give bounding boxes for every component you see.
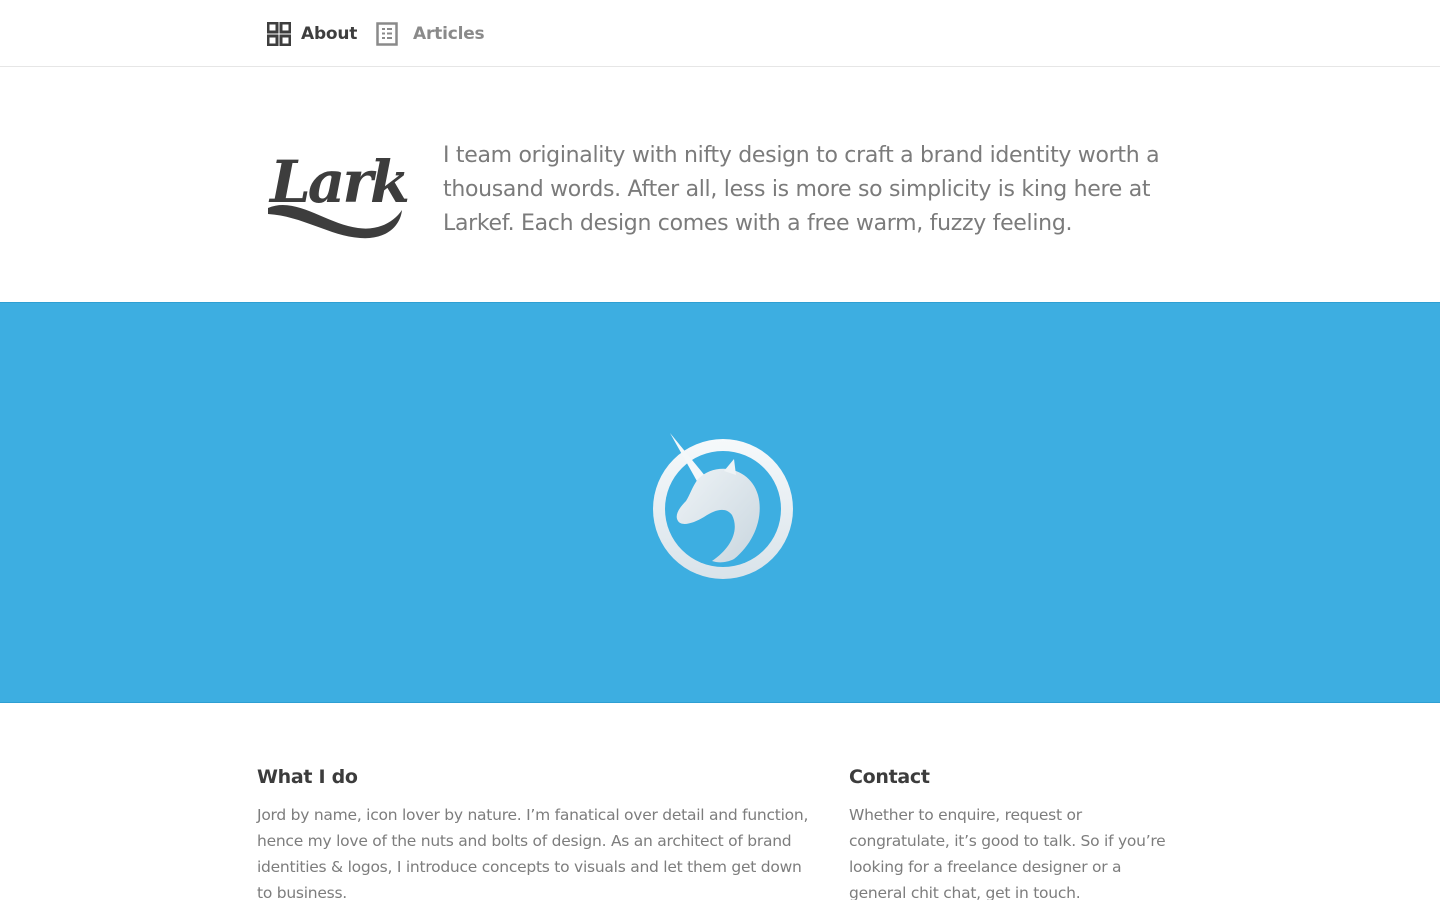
nav-articles-label: Articles [413,24,485,44]
larkef-logo[interactable]: Larkef [266,132,478,242]
top-navigation: About Articles [0,0,1440,67]
document-icon [376,22,400,46]
nav-about-label: About [301,24,358,44]
nav-articles-link[interactable]: Articles [376,20,485,48]
intro-text: I team originality with nifty design to … [443,143,1160,236]
contact-heading: Contact [849,766,930,788]
what-i-do-section: What I do Jord by name, icon lover by na… [257,764,817,900]
what-i-do-text: Jord by name, icon lover by nature. I’m … [257,806,809,900]
contact-section: Contact Whether to enquire, request or c… [849,764,1179,900]
grid-icon [266,21,292,47]
nav-about-link[interactable]: About [266,20,358,48]
hero-banner [0,302,1440,703]
contact-text: Whether to enquire, request or congratul… [849,806,1166,900]
unicorn-icon [646,431,800,581]
what-i-do-heading: What I do [257,766,358,788]
